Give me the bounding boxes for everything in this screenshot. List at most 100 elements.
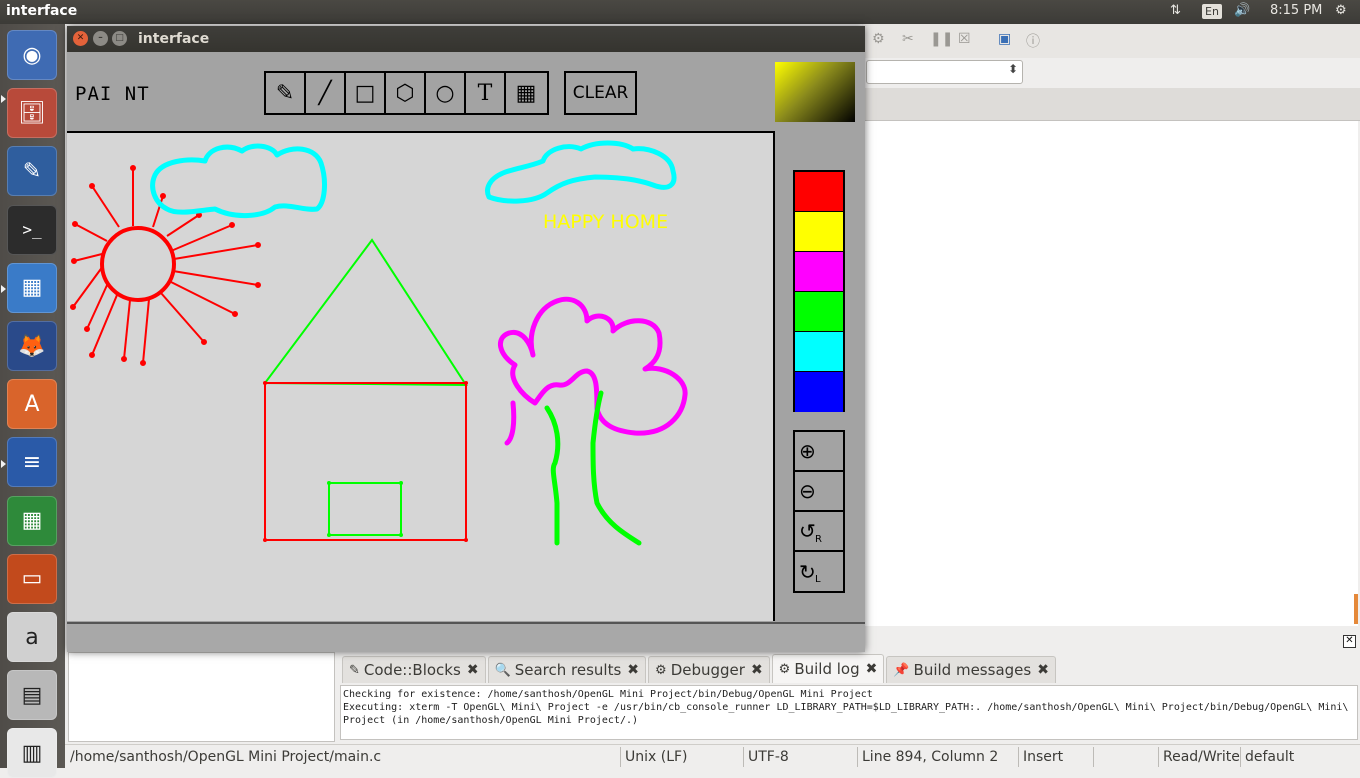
launcher-text-editor[interactable]: ✎ — [7, 146, 57, 197]
text-editor-icon: ✎ — [22, 158, 42, 184]
tool-grid[interactable]: ▦ — [506, 73, 546, 113]
color-swatch-cyan[interactable] — [795, 332, 843, 372]
current-color-gradient[interactable] — [775, 62, 855, 122]
status-divider — [857, 747, 858, 767]
line-icon: ╱ — [318, 80, 332, 106]
paint-titlebar[interactable]: ✕ – □ interface — [67, 26, 865, 52]
text-icon: T — [477, 80, 493, 106]
log-tab-icon: ⚙ — [655, 662, 667, 678]
logs-close-icon[interactable]: ✕ — [1343, 635, 1356, 648]
amazon-icon: a — [25, 624, 39, 650]
zoom-in-button[interactable]: ⊕ — [795, 432, 843, 472]
tab-close-icon[interactable]: ✖ — [627, 662, 639, 678]
launcher-firefox[interactable]: 🦊 — [7, 321, 57, 371]
rotate-left-button[interactable]: ↻ L — [795, 552, 843, 592]
house-body-drawing — [264, 382, 467, 541]
zoom-out-icon: ⊖ — [799, 479, 816, 503]
launcher-terminal[interactable]: >_ — [7, 204, 57, 255]
calc-icon: ▦ — [21, 508, 43, 534]
debug-step-icon[interactable]: ⚙ — [872, 31, 885, 47]
rectangle-icon: □ — [354, 80, 376, 106]
writer-icon: ≡ — [22, 449, 42, 475]
tool-polygon[interactable]: ⬡ — [386, 73, 426, 113]
launcher-libreoffice-impress[interactable]: ▭ — [7, 553, 57, 604]
tab-close-icon[interactable]: ✖ — [1037, 662, 1049, 678]
launcher-libreoffice-writer[interactable]: ≡ — [7, 437, 57, 488]
status-access: Read/Write — [1163, 749, 1240, 765]
log-tab[interactable]: ✎ Code::Blocks ✖ — [342, 656, 486, 683]
log-tab[interactable]: ⚙ Debugger ✖ — [648, 656, 770, 683]
paint-window-title: interface — [138, 31, 210, 47]
tool-text[interactable]: T — [466, 73, 506, 113]
status-divider — [1158, 747, 1159, 767]
polygon-icon: ⬡ — [395, 80, 415, 106]
log-tab[interactable]: ⚙ Build log ✖ — [771, 654, 885, 683]
debug-next-icon[interactable]: ✂ — [902, 31, 914, 47]
status-divider — [1018, 747, 1019, 767]
color-swatch-magenta[interactable] — [795, 252, 843, 292]
log-tab[interactable]: 🔍 Search results ✖ — [487, 656, 647, 683]
tab-close-icon[interactable]: ✖ — [751, 662, 763, 678]
editor-tabs-bar — [862, 88, 1360, 121]
power-gear-icon[interactable]: ⚙ — [1335, 3, 1347, 18]
code-editor[interactable] — [862, 121, 1358, 626]
log-tab[interactable]: 📌 Build messages ✖ — [886, 656, 1056, 683]
clear-button[interactable]: CLEAR — [564, 71, 637, 115]
color-swatch-red[interactable] — [795, 172, 843, 212]
tab-close-icon[interactable]: ✖ — [467, 662, 479, 678]
minimize-icon[interactable]: – — [93, 31, 108, 46]
tree-foliage-drawing — [498, 296, 688, 436]
network-icon[interactable]: ⇅ — [1170, 3, 1181, 18]
status-divider — [620, 747, 621, 767]
info-icon[interactable]: ⓘ — [1026, 31, 1040, 51]
rotate-right-sub-label: R — [815, 534, 822, 545]
debug-windows-icon[interactable]: ▣ — [998, 31, 1011, 47]
color-swatch-blue[interactable] — [795, 372, 843, 412]
launcher-ubuntu-dash[interactable]: ◉ — [7, 30, 57, 80]
tab-close-icon[interactable]: ✖ — [866, 661, 878, 677]
stop-icon[interactable]: ☒ — [958, 31, 971, 47]
build-log-output[interactable]: Checking for existence: /home/santhosh/O… — [340, 685, 1358, 740]
scope-combo[interactable]: ⬍ — [866, 60, 1023, 84]
log-line: Checking for existence: /home/santhosh/O… — [343, 689, 873, 700]
tool-pencil[interactable]: ✎ — [266, 73, 306, 113]
launcher: ◉ 🗄 ✎ >_ ▦ 🦊 A ≡ ▦ ▭ a ▤ ▥ — [0, 24, 65, 778]
xterm-icon: ▤ — [21, 682, 43, 708]
drawing-canvas[interactable] — [67, 131, 775, 621]
launcher-software-center[interactable]: A — [7, 379, 57, 430]
clock[interactable]: 8:15 PM — [1270, 3, 1322, 18]
rotate-right-button[interactable]: ↺ R — [795, 512, 843, 552]
tool-circle[interactable]: ○ — [426, 73, 466, 113]
color-swatch-green[interactable] — [795, 292, 843, 332]
zoom-out-button[interactable]: ⊖ — [795, 472, 843, 512]
launcher-workspaces[interactable]: ▥ — [7, 728, 57, 778]
editor-scrollbar-marker[interactable] — [1354, 594, 1358, 624]
top-panel: interface ⇅ En 🔊 8:15 PM ⚙ — [0, 0, 1360, 24]
launcher-libreoffice-calc[interactable]: ▦ — [7, 495, 57, 546]
status-language: default — [1245, 749, 1295, 765]
color-swatch-yellow[interactable] — [795, 212, 843, 252]
maximize-icon[interactable]: □ — [112, 31, 127, 46]
launcher-amazon[interactable]: a — [7, 612, 57, 662]
canvas-drawing — [70, 140, 688, 546]
combo-arrow-icon: ⬍ — [1007, 62, 1018, 76]
pause-icon[interactable]: ❚❚ — [930, 31, 953, 47]
house-window-drawing — [328, 482, 402, 536]
launcher-xterm[interactable]: ▤ — [7, 670, 57, 721]
log-tab-label: Build messages — [913, 661, 1032, 679]
keyboard-layout-indicator[interactable]: En — [1202, 4, 1222, 19]
circle-icon: ○ — [435, 80, 455, 106]
log-tab-label: Code::Blocks — [363, 661, 461, 679]
status-line-endings: Unix (LF) — [625, 749, 688, 765]
active-window-title: interface — [6, 3, 78, 19]
tool-line[interactable]: ╱ — [306, 73, 346, 113]
launcher-running-indicator — [1, 95, 6, 103]
status-encoding: UTF-8 — [748, 749, 789, 765]
volume-icon[interactable]: 🔊 — [1234, 3, 1250, 18]
close-icon[interactable]: ✕ — [73, 31, 88, 46]
launcher-codeblocks[interactable]: ▦ — [7, 262, 57, 313]
pencil-icon: ✎ — [275, 80, 295, 106]
launcher-files[interactable]: 🗄 — [7, 88, 57, 139]
log-line: Executing: xterm -T OpenGL\ Mini\ Projec… — [343, 702, 1349, 713]
tool-rectangle[interactable]: □ — [346, 73, 386, 113]
